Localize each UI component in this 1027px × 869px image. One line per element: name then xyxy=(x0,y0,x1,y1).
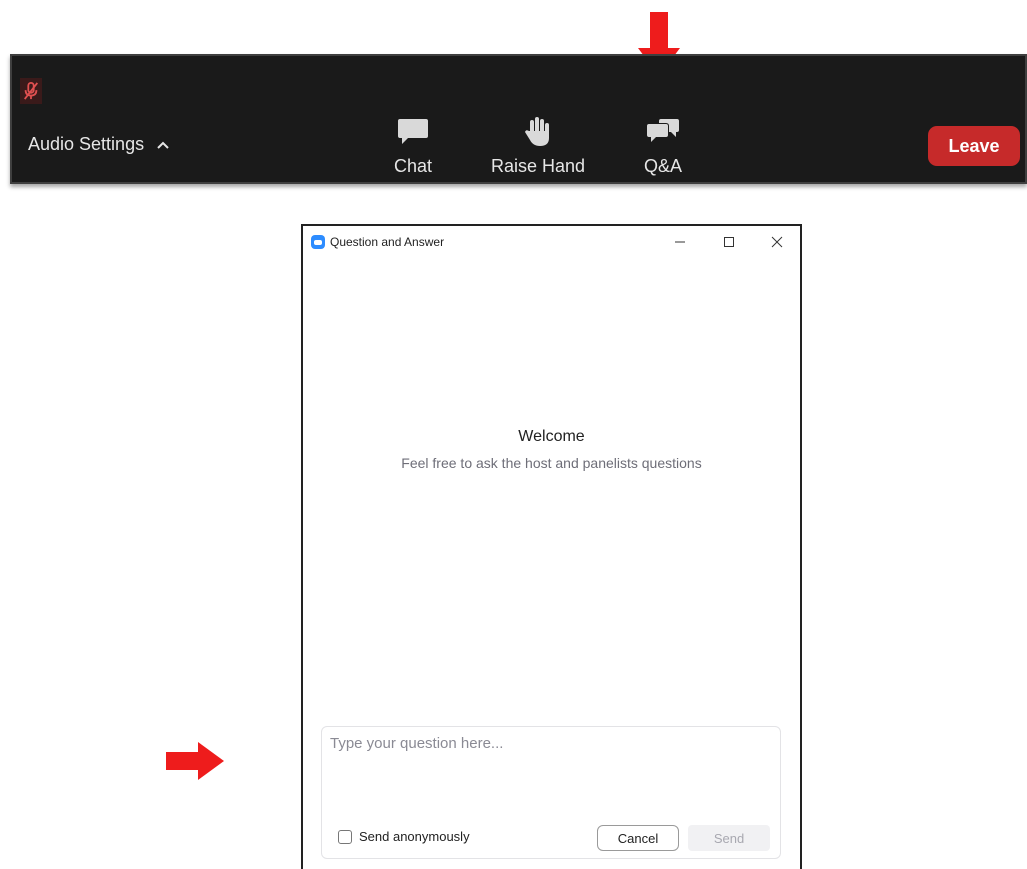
raise-hand-button[interactable]: Raise Hand xyxy=(490,116,586,177)
minimize-button[interactable] xyxy=(667,230,693,254)
raise-hand-label: Raise Hand xyxy=(490,156,586,176)
audio-settings-label: Audio Settings xyxy=(28,134,145,154)
question-input[interactable] xyxy=(330,735,770,805)
welcome-title: Welcome xyxy=(518,428,585,445)
send-button[interactable]: Send xyxy=(688,825,770,851)
qa-button[interactable]: Q&A xyxy=(640,116,686,177)
welcome-subtitle: Feel free to ask the host and panelists … xyxy=(401,455,702,471)
send-anonymously-option[interactable]: Send anonymously xyxy=(338,829,470,844)
red-arrow-right-icon xyxy=(166,742,224,780)
welcome-message: Welcome Feel free to ask the host and pa… xyxy=(303,428,800,471)
chat-button[interactable]: Chat xyxy=(390,116,436,177)
maximize-button[interactable] xyxy=(716,230,742,254)
meeting-toolbar: Audio Settings Chat Raise Hand Q&A Leave xyxy=(10,54,1027,184)
cancel-button[interactable]: Cancel xyxy=(597,825,679,851)
maximize-icon xyxy=(724,237,734,247)
leave-button[interactable]: Leave xyxy=(928,126,1020,166)
hand-icon xyxy=(525,117,549,146)
audio-settings-button[interactable]: Audio Settings xyxy=(28,134,170,155)
qa-window: Question and Answer Welcome Feel free to… xyxy=(301,224,802,869)
muted-microphone-icon[interactable] xyxy=(20,78,42,104)
close-button[interactable] xyxy=(764,230,790,254)
chevron-up-icon xyxy=(157,141,169,149)
window-titlebar[interactable]: Question and Answer xyxy=(303,226,800,258)
qa-label: Q&A xyxy=(643,156,682,176)
send-anonymously-label: Send anonymously xyxy=(359,829,470,844)
zoom-app-icon xyxy=(311,235,325,249)
send-anonymously-checkbox[interactable] xyxy=(338,829,352,844)
chat-label: Chat xyxy=(393,156,433,176)
chat-bubble-icon xyxy=(398,119,428,144)
question-compose-box: Send anonymously Cancel Send xyxy=(321,726,781,859)
qa-bubbles-icon xyxy=(647,119,679,142)
minimize-icon xyxy=(675,241,685,243)
window-title: Question and Answer xyxy=(330,235,445,249)
close-icon xyxy=(771,236,783,248)
